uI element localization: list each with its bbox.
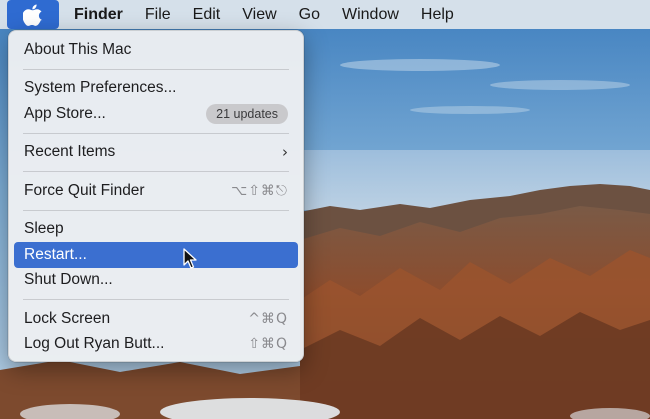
- menu-help[interactable]: Help: [410, 0, 465, 29]
- menu-item-system-preferences[interactable]: System Preferences...: [14, 76, 298, 102]
- mouse-pointer-icon: [183, 248, 197, 269]
- menu-item-restart[interactable]: Restart...: [14, 242, 298, 268]
- menu-item-label: App Store...: [24, 104, 106, 122]
- menu-file[interactable]: File: [134, 0, 182, 29]
- menu-separator: [23, 68, 289, 70]
- keyboard-shortcut: ⌥⇧⌘⎋: [231, 182, 288, 199]
- menu-bar: Finder File Edit View Go Window Help: [0, 0, 650, 29]
- menu-view[interactable]: View: [231, 0, 287, 29]
- menu-item-recent-items[interactable]: Recent Items ›: [14, 140, 298, 166]
- chevron-right-icon: ›: [282, 143, 288, 162]
- menu-item-lock-screen[interactable]: Lock Screen ^⌘Q: [14, 306, 298, 332]
- menu-item-force-quit[interactable]: Force Quit Finder ⌥⇧⌘⎋: [14, 178, 298, 204]
- menu-finder[interactable]: Finder: [63, 0, 134, 29]
- menu-item-label: About This Mac: [24, 40, 132, 58]
- menu-separator: [23, 171, 289, 172]
- menu-item-app-store[interactable]: App Store... 21 updates: [14, 101, 298, 127]
- menu-item-label: System Preferences...: [24, 79, 177, 97]
- menu-item-log-out[interactable]: Log Out Ryan Butt... ⇧⌘Q: [14, 332, 298, 358]
- desktop: Finder File Edit View Go Window Help Abo…: [0, 0, 650, 419]
- menu-item-label: Log Out Ryan Butt...: [24, 335, 165, 353]
- menu-item-label: Lock Screen: [24, 309, 111, 327]
- menu-separator: [23, 209, 289, 211]
- menu-item-label: Force Quit Finder: [24, 181, 145, 199]
- apple-menu-dropdown: About This Mac System Preferences... App…: [8, 30, 304, 362]
- menu-item-sleep[interactable]: Sleep: [14, 217, 298, 243]
- keyboard-shortcut: ⇧⌘Q: [248, 336, 288, 353]
- menu-item-shut-down[interactable]: Shut Down...: [14, 268, 298, 294]
- menu-item-about-this-mac[interactable]: About This Mac: [14, 37, 298, 63]
- keyboard-shortcut: ^⌘Q: [248, 310, 288, 327]
- apple-menu-button[interactable]: [7, 0, 59, 29]
- menu-item-label: Sleep: [24, 220, 64, 238]
- menu-separator: [23, 132, 289, 134]
- updates-badge: 21 updates: [206, 103, 288, 124]
- apple-logo-icon: [23, 4, 43, 26]
- menu-edit[interactable]: Edit: [182, 0, 232, 29]
- menu-go[interactable]: Go: [288, 0, 331, 29]
- menu-item-label: Shut Down...: [24, 271, 113, 289]
- menu-item-label: Recent Items: [24, 143, 116, 161]
- menu-separator: [23, 299, 289, 300]
- menu-item-label: Restart...: [24, 245, 87, 263]
- menu-window[interactable]: Window: [331, 0, 410, 29]
